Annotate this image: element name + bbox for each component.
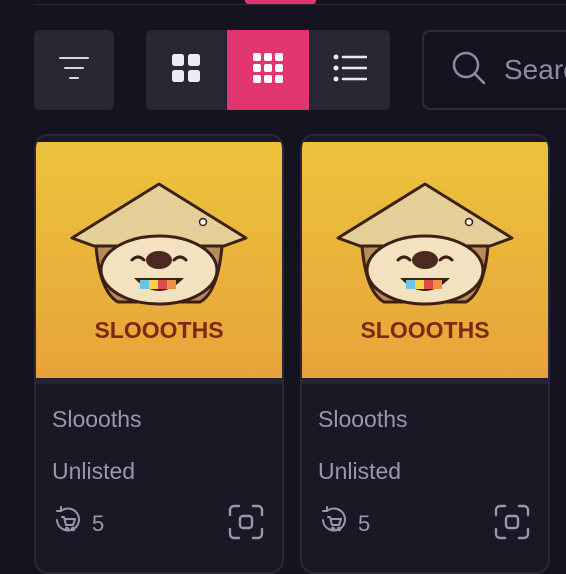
activity-count: 5 [52,506,104,541]
count-value: 5 [358,510,371,536]
tab-underline [34,4,566,5]
search-placeholder: Searc [504,54,566,85]
image-divider [36,378,282,384]
sloth-artwork: SLOOOTHS [302,142,548,378]
collection-name: Sloooths [52,406,142,432]
search-field[interactable]: Searc [422,30,566,110]
active-tab-indicator [245,0,316,4]
grid-large-icon [171,53,201,88]
listing-status: Unlisted [318,458,402,484]
scan-button[interactable] [494,504,530,545]
cart-refresh-icon [318,506,348,541]
grid-large-view-button[interactable] [146,30,227,110]
scan-icon [228,504,264,544]
list-view-button[interactable] [308,30,390,110]
filter-button[interactable] [34,30,114,110]
nft-card[interactable]: SLOOOTHS Sloooths Unlisted 5 [34,134,284,574]
nft-card[interactable]: SLOOOTHS Sloooths Unlisted 5 [300,134,550,574]
grid-small-icon [252,52,284,89]
scan-button[interactable] [228,504,264,545]
listing-status: Unlisted [52,458,136,484]
scan-icon [494,504,530,544]
logo-text: SLOOOTHS [360,317,489,343]
search-icon [452,51,486,90]
cart-refresh-icon [52,506,82,541]
count-value: 5 [92,510,105,536]
filter-lines-icon [58,55,90,86]
collection-name: Sloooths [318,406,408,432]
view-mode-toggle [146,30,390,110]
activity-count: 5 [318,506,370,541]
grid-small-view-button[interactable] [226,30,309,110]
sloth-artwork: SLOOOTHS [36,142,282,378]
list-icon [333,54,368,87]
image-divider [302,378,548,384]
logo-text: SLOOOTHS [94,317,223,343]
